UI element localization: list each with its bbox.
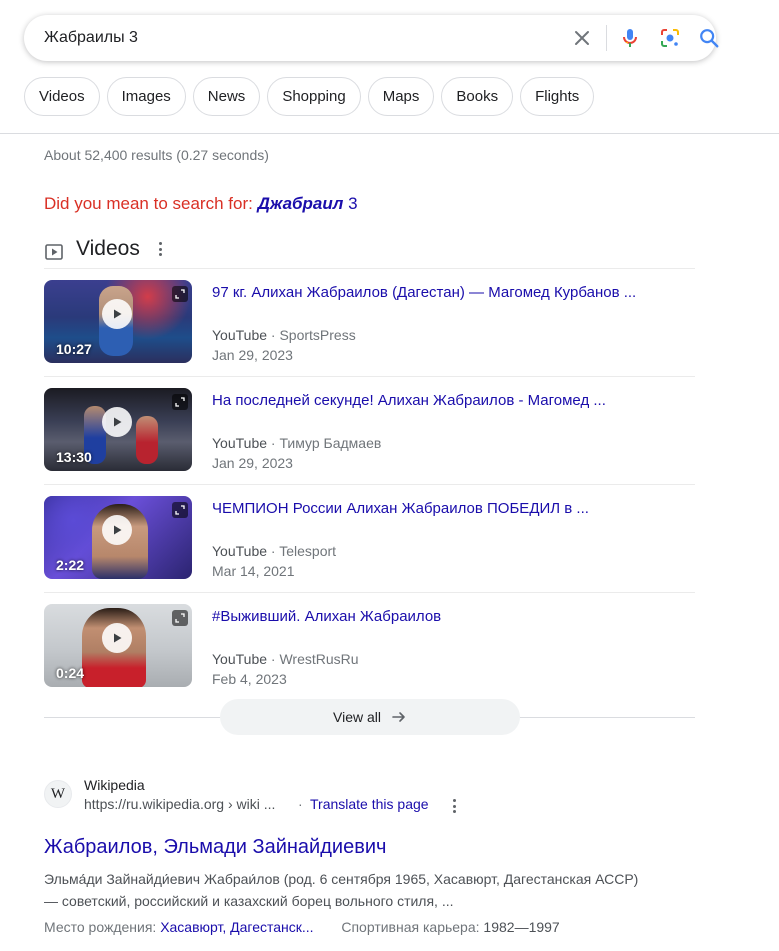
video-date: Jan 29, 2023 bbox=[212, 347, 293, 363]
videos-header: Videos bbox=[44, 236, 166, 262]
view-all-label: View all bbox=[333, 709, 381, 725]
mic-icon[interactable] bbox=[618, 26, 642, 50]
more-options-icon[interactable] bbox=[156, 240, 166, 258]
translate-link[interactable]: Translate this page bbox=[310, 796, 429, 812]
video-duration: 0:24 bbox=[56, 665, 85, 681]
fact-value: 1982—1997 bbox=[483, 919, 560, 935]
suggestion-bold: Джабраил bbox=[257, 194, 344, 213]
video-platform: YouTube bbox=[212, 435, 268, 451]
did-you-mean-prefix: Did you mean to search for: bbox=[44, 194, 253, 213]
play-icon bbox=[102, 623, 132, 653]
chip-flights[interactable]: Flights bbox=[520, 77, 595, 116]
fact-label: Спортивная карьера: bbox=[341, 919, 480, 935]
video-thumbnail[interactable]: 2:22 bbox=[44, 496, 192, 579]
video-date: Feb 4, 2023 bbox=[212, 671, 287, 687]
search-input[interactable] bbox=[44, 15, 524, 61]
search-icon[interactable] bbox=[697, 26, 721, 50]
video-source: YouTube · Telesport bbox=[212, 543, 337, 559]
lens-icon[interactable] bbox=[658, 26, 682, 50]
video-item: 13:30 На последней секунде! Алихан Жабра… bbox=[44, 376, 695, 484]
videos-heading: Videos bbox=[76, 237, 140, 260]
search-bar-divider bbox=[606, 25, 607, 51]
expand-icon bbox=[172, 610, 188, 626]
video-item: 2:22 ЧЕМПИОН России Алихан Жабраилов ПОБ… bbox=[44, 484, 695, 592]
video-item: 10:27 97 кг. Алихан Жабраилов (Дагестан)… bbox=[44, 268, 695, 376]
result-url[interactable]: https://ru.wikipedia.org › wiki ... bbox=[84, 796, 275, 812]
did-you-mean-link[interactable]: Джабраил 3 bbox=[258, 194, 358, 213]
video-title[interactable]: ЧЕМПИОН России Алихан Жабраилов ПОБЕДИЛ … bbox=[212, 500, 589, 517]
video-duration: 10:27 bbox=[56, 341, 92, 357]
header-divider bbox=[0, 133, 779, 134]
chip-videos[interactable]: Videos bbox=[24, 77, 100, 116]
play-icon bbox=[102, 515, 132, 545]
url-separator: · bbox=[298, 796, 303, 812]
video-channel: WrestRusRu bbox=[279, 651, 359, 667]
expand-icon bbox=[172, 394, 188, 410]
search-bar bbox=[24, 15, 719, 61]
wikipedia-favicon-icon: W bbox=[44, 780, 72, 808]
result-more-icon[interactable] bbox=[450, 799, 458, 813]
video-source: YouTube · WrestRusRu bbox=[212, 651, 359, 667]
video-list: 10:27 97 кг. Алихан Жабраилов (Дагестан)… bbox=[44, 268, 695, 700]
video-date: Jan 29, 2023 bbox=[212, 455, 293, 471]
play-icon bbox=[102, 299, 132, 329]
close-icon[interactable] bbox=[570, 26, 594, 50]
fact-label: Место рождения: bbox=[44, 919, 157, 935]
result-site-name[interactable]: Wikipedia bbox=[84, 777, 145, 793]
view-all-button[interactable]: View all bbox=[220, 699, 520, 735]
video-platform: YouTube bbox=[212, 543, 268, 559]
video-channel: Тимур Бадмаев bbox=[279, 435, 382, 451]
chip-books[interactable]: Books bbox=[441, 77, 514, 116]
video-title[interactable]: 97 кг. Алихан Жабраилов (Дагестан) — Маг… bbox=[212, 284, 636, 301]
result-title[interactable]: Жабраилов, Эльмади Зайнайдиевич bbox=[44, 836, 386, 859]
video-title[interactable]: #Выживший. Алихан Жабраилов bbox=[212, 608, 441, 625]
video-title[interactable]: На последней секунде! Алихан Жабраилов -… bbox=[212, 392, 606, 409]
chip-shopping[interactable]: Shopping bbox=[267, 77, 361, 116]
video-thumbnail[interactable]: 13:30 bbox=[44, 388, 192, 471]
chip-maps[interactable]: Maps bbox=[367, 77, 435, 116]
video-date: Mar 14, 2021 bbox=[212, 563, 295, 579]
video-source: YouTube · SportsPress bbox=[212, 327, 356, 343]
video-source: YouTube · Тимур Бадмаев bbox=[212, 435, 382, 451]
result-stats: About 52,400 results (0.27 seconds) bbox=[44, 147, 269, 163]
video-duration: 2:22 bbox=[56, 557, 85, 573]
suggestion-rest: 3 bbox=[348, 194, 358, 213]
video-item: 0:24 #Выживший. Алихан Жабраилов YouTube… bbox=[44, 592, 695, 700]
video-thumbnail[interactable]: 0:24 bbox=[44, 604, 192, 687]
filter-chips: Videos Images News Shopping Maps Books F… bbox=[24, 77, 595, 116]
chip-images[interactable]: Images bbox=[106, 77, 186, 116]
play-icon bbox=[102, 407, 132, 437]
arrow-right-icon bbox=[392, 712, 405, 722]
video-play-icon bbox=[44, 242, 64, 262]
chip-news[interactable]: News bbox=[192, 77, 261, 116]
fact-link[interactable]: Хасавюрт, Дагестанск... bbox=[160, 919, 313, 935]
video-thumbnail[interactable]: 10:27 bbox=[44, 280, 192, 363]
did-you-mean: Did you mean to search for: Джабраил 3 bbox=[44, 194, 358, 214]
expand-icon bbox=[172, 286, 188, 302]
video-channel: SportsPress bbox=[279, 327, 356, 343]
result-facts: Место рождения: Хасавюрт, Дагестанск... … bbox=[44, 919, 560, 935]
video-platform: YouTube bbox=[212, 651, 268, 667]
video-duration: 13:30 bbox=[56, 449, 92, 465]
result-snippet: Эльма́ди Зайнайди́евич Жабраи́лов (род. … bbox=[44, 871, 639, 909]
expand-icon bbox=[172, 502, 188, 518]
video-platform: YouTube bbox=[212, 327, 268, 343]
video-channel: Telesport bbox=[279, 543, 337, 559]
